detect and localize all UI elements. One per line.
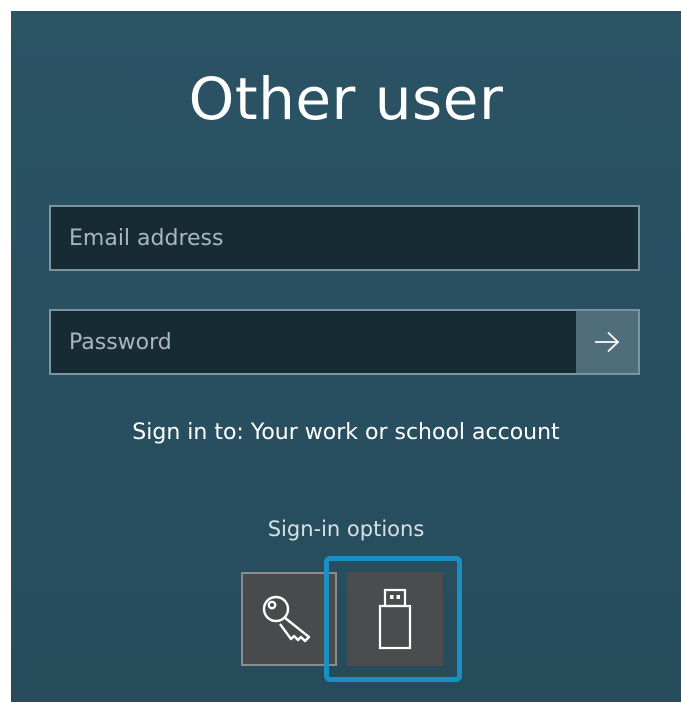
lock-screen: Other user Sign in to: Your work or scho… — [11, 11, 681, 702]
page-title: Other user — [188, 65, 504, 133]
key-option-button[interactable] — [241, 572, 337, 666]
email-field[interactable] — [51, 207, 638, 269]
sign-in-target: Sign in to: Your work or school account — [132, 420, 560, 445]
password-field-container — [49, 309, 640, 375]
email-field-container — [49, 205, 640, 271]
password-field[interactable] — [51, 311, 576, 373]
usb-security-key-icon — [378, 588, 412, 650]
arrow-right-icon — [595, 331, 620, 353]
submit-button[interactable] — [576, 311, 638, 373]
sign-in-options-link[interactable]: Sign-in options — [11, 509, 681, 549]
key-icon — [262, 595, 311, 643]
security-key-option-button[interactable] — [347, 572, 443, 666]
